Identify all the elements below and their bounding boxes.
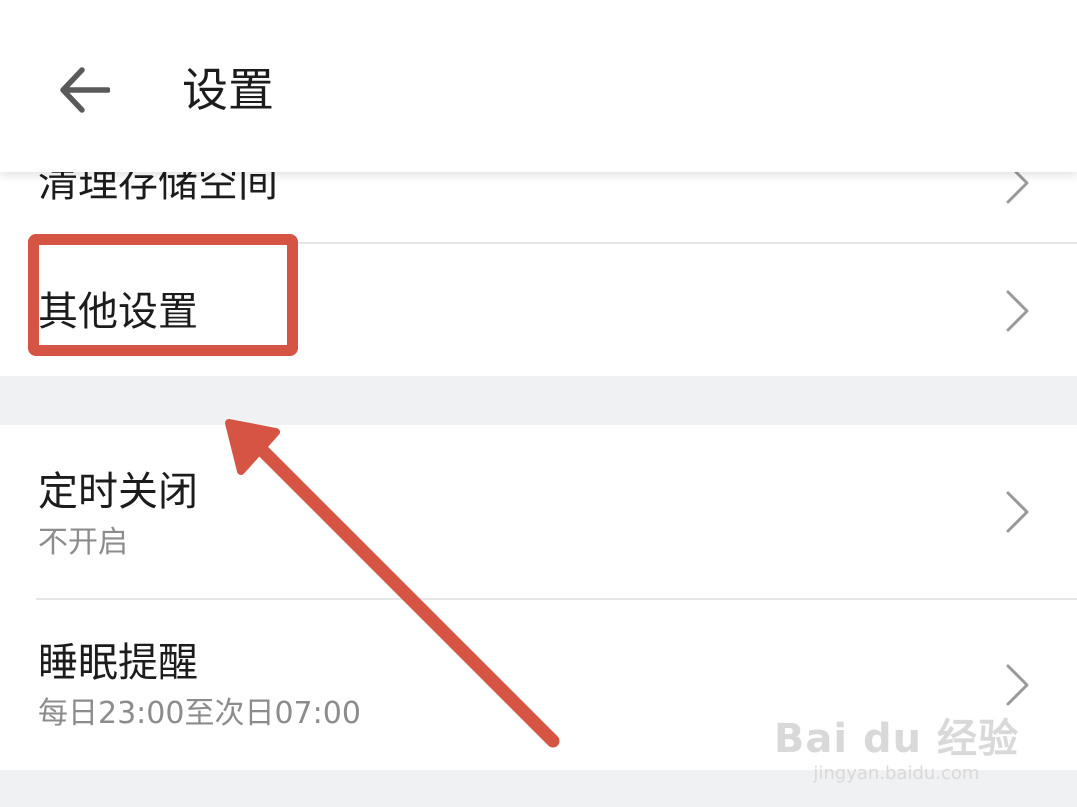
settings-item-value: 不开启 [38,525,128,560]
watermark: Bai du 经验 jingyan.baidu.com [774,715,1019,785]
settings-item-timer-close[interactable]: 定时关闭 不开启 [0,425,1077,598]
settings-item-value: 每日23:00至次日07:00 [38,696,361,731]
app-header: 设置 [0,0,1077,172]
watermark-logo: Bai du 经验 [773,716,1019,762]
arrow-left-icon [60,67,110,113]
section-gap [0,376,1077,425]
settings-item-label: 定时关闭 [38,469,198,515]
chevron-right-icon [1006,290,1029,332]
chevron-right-icon [1006,664,1029,706]
watermark-url: jingyan.baidu.com [813,763,980,784]
settings-item-label: 睡眠提醒 [38,640,198,686]
back-button[interactable] [52,58,116,122]
page-title: 设置 [182,63,274,117]
highlight-box [28,234,298,356]
chevron-right-icon [1006,491,1029,533]
